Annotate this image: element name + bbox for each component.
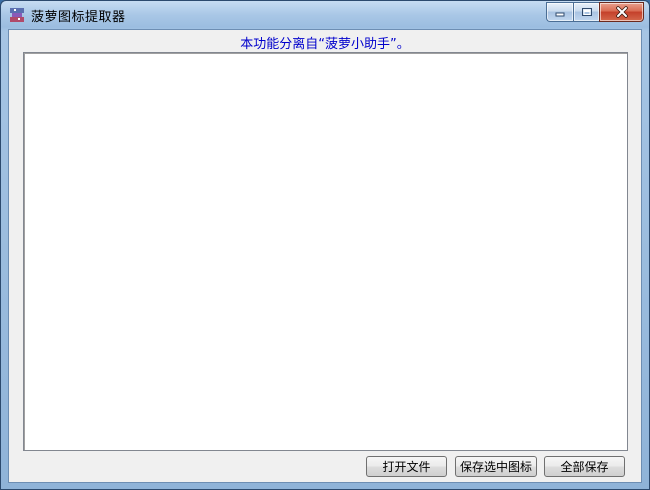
- window-title: 菠萝图标提取器: [31, 10, 126, 25]
- save-selected-icon-button[interactable]: 保存选中图标: [455, 456, 537, 477]
- caption-buttons: [546, 2, 644, 22]
- save-all-button[interactable]: 全部保存: [544, 456, 625, 477]
- app-icon[interactable]: [9, 7, 25, 23]
- maximize-icon: [581, 8, 592, 16]
- client-area: 本功能分离自“菠萝小助手”。 打开文件 保存选中图标 全部保存: [8, 29, 642, 483]
- app-window: 菠萝图标提取器 本功能分离自“菠萝小助手”。 打开文件 保存选中图标 全部保存: [0, 0, 650, 490]
- source-notice: 本功能分离自“菠萝小助手”。: [240, 37, 410, 52]
- minimize-button[interactable]: [546, 2, 573, 22]
- maximize-button[interactable]: [573, 2, 599, 22]
- open-file-button[interactable]: 打开文件: [366, 456, 447, 477]
- title-bar[interactable]: 菠萝图标提取器: [1, 1, 649, 29]
- minimize-icon: [555, 12, 565, 17]
- close-icon: [615, 6, 628, 18]
- close-button[interactable]: [599, 2, 644, 22]
- icon-list-view[interactable]: [23, 52, 628, 451]
